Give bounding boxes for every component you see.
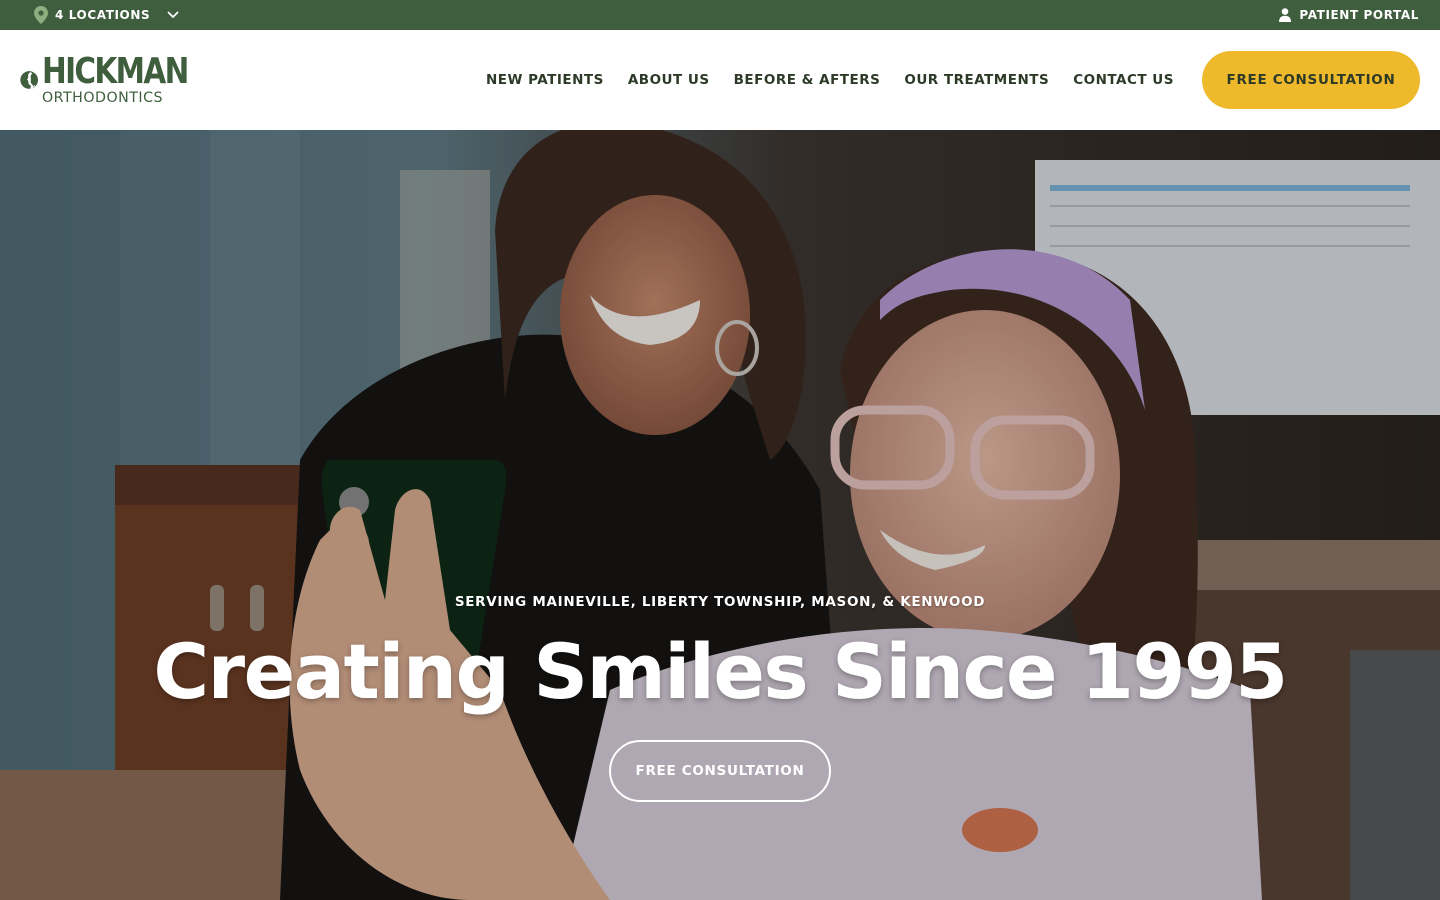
patient-portal-link[interactable]: PATIENT PORTAL (1279, 8, 1419, 22)
nav-item-about-us[interactable]: ABOUT US (628, 72, 710, 88)
logo-face-profile-icon (20, 71, 39, 89)
locations-dropdown[interactable]: 4 LOCATIONS (34, 6, 179, 24)
brand-tagline: ORTHODONTICS (42, 90, 164, 107)
main-nav: NEW PATIENTS ABOUT US BEFORE & AFTERS OU… (486, 51, 1420, 109)
nav-item-our-treatments[interactable]: OUR TREATMENTS (904, 72, 1049, 88)
logo[interactable]: HICKMAN ORTHODONTICS (20, 52, 220, 108)
free-consultation-button[interactable]: FREE CONSULTATION (1202, 51, 1420, 109)
nav-item-before-afters[interactable]: BEFORE & AFTERS (734, 72, 881, 88)
site-header: HICKMAN ORTHODONTICS NEW PATIENTS ABOUT … (0, 30, 1440, 130)
locations-label: 4 LOCATIONS (55, 8, 151, 22)
patient-portal-label: PATIENT PORTAL (1299, 8, 1419, 22)
hero-content: SERVING MAINEVILLE, LIBERTY TOWNSHIP, MA… (0, 130, 1440, 900)
brand-name: HICKMAN (42, 51, 189, 93)
user-icon (1279, 8, 1292, 22)
hero-section: SERVING MAINEVILLE, LIBERTY TOWNSHIP, MA… (0, 130, 1440, 900)
map-pin-icon (34, 6, 48, 24)
utility-bar: 4 LOCATIONS PATIENT PORTAL (0, 0, 1440, 30)
nav-item-contact-us[interactable]: CONTACT US (1073, 72, 1174, 88)
hero-free-consultation-button[interactable]: FREE CONSULTATION (609, 740, 831, 802)
chevron-down-icon (167, 11, 179, 18)
hero-eyebrow: SERVING MAINEVILLE, LIBERTY TOWNSHIP, MA… (454, 594, 986, 610)
nav-item-new-patients[interactable]: NEW PATIENTS (486, 72, 604, 88)
hero-title: Creating Smiles Since 1995 (153, 627, 1288, 716)
